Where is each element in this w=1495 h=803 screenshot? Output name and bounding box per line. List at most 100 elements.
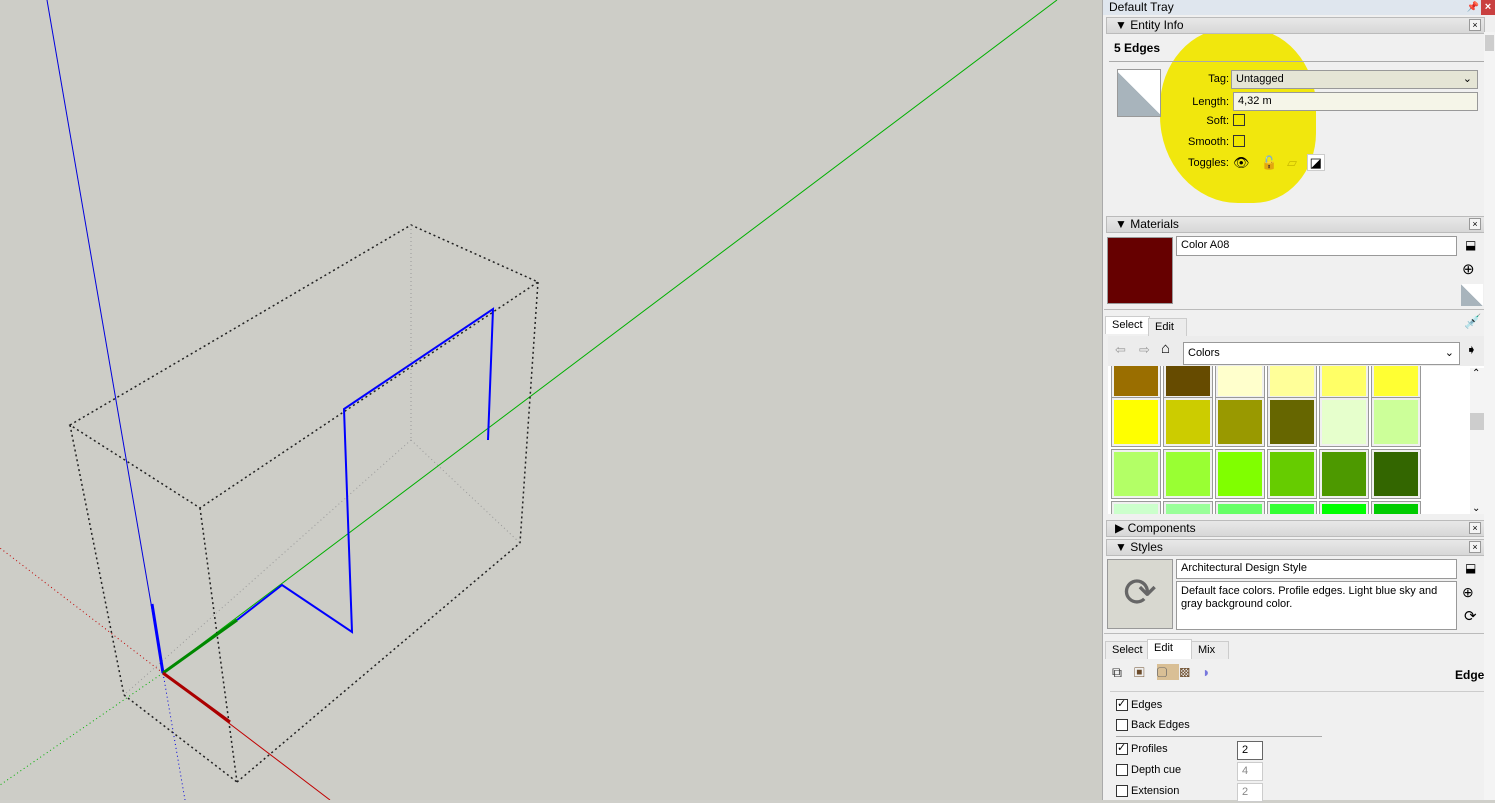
profiles-width-field[interactable]: 2 [1237, 741, 1263, 760]
background-settings-icon[interactable]: ▢ [1156, 664, 1180, 680]
components-header[interactable]: ▶ Components × [1106, 520, 1485, 537]
color-swatch[interactable] [1319, 449, 1369, 499]
smooth-label: Smooth: [1188, 136, 1229, 148]
toggle-icons: 👁 🔓 ▱ ◪ [1233, 154, 1325, 171]
cast-shadows-icon[interactable]: ◪ [1306, 154, 1325, 171]
eyedropper-icon[interactable]: 💉 [1464, 313, 1481, 330]
receive-shadows-icon[interactable]: ▱ [1287, 155, 1297, 170]
create-style-icon[interactable]: ⊕ [1462, 584, 1474, 601]
color-swatch[interactable] [1111, 501, 1161, 514]
red-axis-negative [0, 547, 164, 674]
color-swatch[interactable] [1267, 449, 1317, 499]
back-edges-checkbox[interactable] [1116, 719, 1128, 731]
current-material-swatch[interactable] [1107, 237, 1173, 304]
extension-field[interactable]: 2 [1237, 783, 1263, 802]
color-swatch[interactable] [1319, 501, 1369, 514]
materials-header[interactable]: ▼ Materials × [1106, 216, 1485, 233]
depth-cue-checkbox[interactable] [1116, 764, 1128, 776]
materials-title: Materials [1130, 217, 1179, 231]
scroll-thumb[interactable] [1470, 413, 1484, 430]
tag-label: Tag: [1208, 73, 1229, 85]
color-swatch[interactable] [1163, 501, 1213, 514]
depth-cue-label: Depth cue [1131, 764, 1182, 776]
color-swatch[interactable] [1319, 397, 1369, 447]
model-viewport[interactable] [0, 0, 1102, 801]
color-swatch[interactable] [1215, 366, 1265, 399]
close-icon[interactable]: × [1469, 19, 1481, 31]
edges-checkbox[interactable]: ✓ [1116, 698, 1128, 711]
components-title: Components [1127, 521, 1196, 535]
smooth-checkbox[interactable] [1233, 135, 1245, 147]
face-settings-icon[interactable]: ▣ [1134, 664, 1157, 680]
color-swatch[interactable] [1163, 366, 1213, 399]
tray-scroll-thumb[interactable] [1485, 35, 1494, 51]
style-thumbnail[interactable]: ⟳ [1107, 559, 1173, 629]
color-swatch[interactable] [1267, 501, 1317, 514]
styles-tab-select[interactable]: Select [1105, 641, 1150, 659]
styles-header[interactable]: ▼ Styles × [1106, 539, 1485, 556]
forward-arrow-icon[interactable]: ⇨ [1139, 342, 1150, 358]
close-icon[interactable]: × [1469, 522, 1481, 534]
eye-icon[interactable]: 👁 [1233, 155, 1250, 170]
color-swatch[interactable] [1111, 397, 1161, 447]
blue-axis-negative [162, 672, 186, 801]
details-arrow-icon[interactable]: ➧ [1466, 342, 1477, 358]
color-swatch[interactable] [1371, 366, 1421, 399]
edge-settings-icon[interactable]: ⧉ [1112, 664, 1134, 680]
color-swatch[interactable] [1371, 397, 1421, 447]
pin-icon[interactable]: 📌 [1467, 0, 1479, 15]
selected-edges[interactable] [150, 307, 495, 724]
tray-title-bar: Default Tray 📌 × [1103, 0, 1495, 15]
tag-dropdown[interactable]: Untagged ⌄ [1231, 70, 1478, 89]
color-swatch[interactable] [1371, 449, 1421, 499]
scene-canvas[interactable] [0, 0, 1102, 801]
create-material-icon[interactable]: ⊕ [1462, 260, 1475, 278]
color-swatch[interactable] [1163, 397, 1213, 447]
home-icon[interactable]: ⌂ [1161, 340, 1170, 357]
swatch-grid [1108, 366, 1484, 514]
lock-icon[interactable]: 🔓 [1261, 155, 1277, 170]
update-style-icon[interactable]: ⟳ [1464, 607, 1477, 625]
chevron-down-icon: ⌄ [1444, 347, 1454, 359]
close-icon[interactable]: × [1469, 218, 1481, 230]
color-swatch[interactable] [1215, 449, 1265, 499]
soft-checkbox[interactable] [1233, 114, 1245, 126]
back-arrow-icon[interactable]: ⇦ [1115, 342, 1126, 358]
color-swatch[interactable] [1267, 366, 1317, 399]
depth-cue-field[interactable]: 4 [1237, 762, 1263, 781]
display-secondary-pane-icon[interactable]: ⬓ [1465, 238, 1476, 252]
length-field[interactable]: 4,32 m [1233, 92, 1478, 111]
scroll-up-icon[interactable]: ⌃ [1472, 368, 1480, 379]
styles-tab-mix[interactable]: Mix [1191, 641, 1229, 659]
extension-checkbox[interactable] [1116, 785, 1128, 797]
modeling-settings-icon[interactable]: ◗ [1202, 664, 1222, 680]
material-name-field[interactable]: Color A08 [1176, 236, 1457, 256]
display-secondary-pane-icon[interactable]: ⬓ [1465, 561, 1476, 575]
hidden-box-edges [123, 225, 521, 696]
soft-label: Soft: [1206, 115, 1229, 127]
color-swatch[interactable] [1215, 397, 1265, 447]
entity-info-header[interactable]: ▼ Entity Info × [1106, 17, 1485, 34]
color-swatch[interactable] [1163, 449, 1213, 499]
profiles-checkbox[interactable]: ✓ [1116, 742, 1128, 755]
scroll-down-icon[interactable]: ⌄ [1472, 503, 1480, 514]
styles-tab-edit[interactable]: Edit [1147, 639, 1192, 659]
materials-tab-select[interactable]: Select [1105, 316, 1150, 334]
color-swatch[interactable] [1267, 397, 1317, 447]
tray-scrollbar[interactable] [1484, 32, 1495, 800]
color-swatch[interactable] [1111, 366, 1161, 399]
swatch-scrollbar[interactable]: ⌃ ⌄ [1470, 368, 1484, 514]
watermark-settings-icon[interactable]: ▩ [1179, 664, 1202, 680]
color-swatch[interactable] [1111, 449, 1161, 499]
style-name-field[interactable]: Architectural Design Style [1176, 559, 1457, 579]
color-swatch[interactable] [1371, 501, 1421, 514]
materials-tab-edit[interactable]: Edit [1148, 318, 1187, 336]
collection-dropdown[interactable]: Colors ⌄ [1183, 342, 1460, 365]
color-swatch[interactable] [1319, 366, 1369, 399]
chevron-down-icon: ⌄ [1462, 73, 1472, 85]
default-material-icon[interactable] [1461, 284, 1483, 306]
close-icon[interactable]: × [1469, 541, 1481, 553]
close-icon[interactable]: × [1481, 0, 1495, 15]
color-swatch[interactable] [1215, 501, 1265, 514]
style-description-field[interactable]: Default face colors. Profile edges. Ligh… [1176, 581, 1457, 630]
